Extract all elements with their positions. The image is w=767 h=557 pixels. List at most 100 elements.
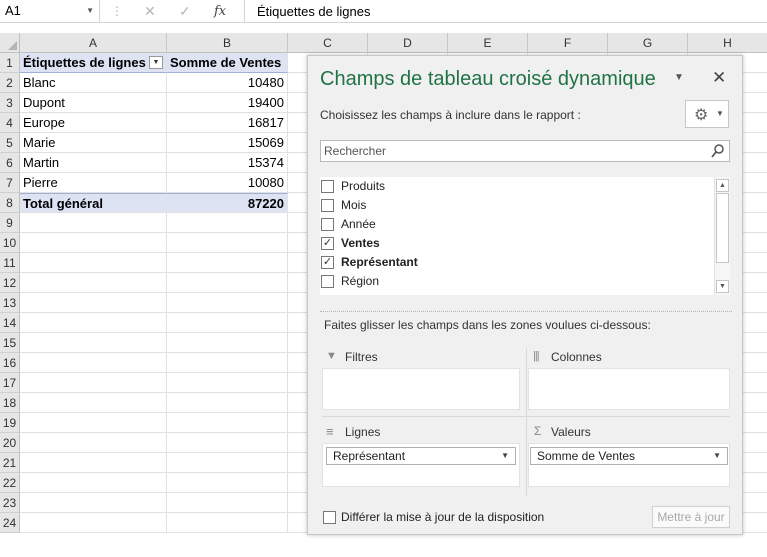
search-icon[interactable] xyxy=(711,142,725,160)
cell-b7[interactable]: 10080 xyxy=(167,173,288,193)
row-header-11[interactable]: 11 xyxy=(0,253,20,273)
row-header-17[interactable]: 17 xyxy=(0,373,20,393)
column-header-h[interactable]: H xyxy=(688,33,767,53)
cell-b20[interactable] xyxy=(167,433,288,453)
name-box-dropdown-icon[interactable]: ▼ xyxy=(86,0,94,22)
field-checkbox[interactable]: ✓ xyxy=(321,237,334,250)
field-checkbox[interactable]: ✓ xyxy=(321,256,334,269)
cell-b15[interactable] xyxy=(167,333,288,353)
cell-a15[interactable] xyxy=(20,333,167,353)
cancel-entry-icon[interactable]: ✕ xyxy=(144,0,156,23)
cell-a24[interactable] xyxy=(20,513,167,533)
chevron-down-icon[interactable]: ▼ xyxy=(713,448,721,464)
cell-a12[interactable] xyxy=(20,273,167,293)
row-header-12[interactable]: 12 xyxy=(0,273,20,293)
cell-b11[interactable] xyxy=(167,253,288,273)
field-item[interactable]: Région xyxy=(321,272,701,291)
row-header-9[interactable]: 9 xyxy=(0,213,20,233)
field-checkbox[interactable] xyxy=(321,218,334,231)
rows-field-pill[interactable]: Représentant ▼ xyxy=(326,447,516,465)
row-header-1[interactable]: 1 xyxy=(0,53,20,73)
column-header-a[interactable]: A xyxy=(20,33,167,53)
field-item[interactable]: Année xyxy=(321,215,701,234)
cell-a9[interactable] xyxy=(20,213,167,233)
row-header-13[interactable]: 13 xyxy=(0,293,20,313)
select-all-corner[interactable] xyxy=(0,33,20,53)
row-header-10[interactable]: 10 xyxy=(0,233,20,253)
cell-b2[interactable]: 10480 xyxy=(167,73,288,93)
rows-drop-zone[interactable]: Représentant ▼ xyxy=(322,443,520,487)
cell-a13[interactable] xyxy=(20,293,167,313)
close-icon[interactable]: ✕ xyxy=(712,68,726,88)
cell-a11[interactable] xyxy=(20,253,167,273)
confirm-entry-icon[interactable]: ✓ xyxy=(179,0,191,23)
row-header-18[interactable]: 18 xyxy=(0,393,20,413)
cell-b24[interactable] xyxy=(167,513,288,533)
cell-a2[interactable]: Blanc xyxy=(20,73,167,93)
column-header-f[interactable]: F xyxy=(528,33,608,53)
field-item[interactable]: ✓ Représentant xyxy=(321,253,701,272)
scroll-thumb[interactable] xyxy=(716,193,729,263)
cell-a18[interactable] xyxy=(20,393,167,413)
name-box[interactable]: A1 ▼ xyxy=(0,0,100,23)
row-header-24[interactable]: 24 xyxy=(0,513,20,533)
field-checkbox[interactable] xyxy=(321,199,334,212)
row-header-4[interactable]: 4 xyxy=(0,113,20,133)
field-item[interactable]: Mois xyxy=(321,196,701,215)
cell-a17[interactable] xyxy=(20,373,167,393)
cell-b1[interactable]: Somme de Ventes xyxy=(167,53,288,73)
update-button[interactable]: Mettre à jour xyxy=(652,506,730,528)
row-header-19[interactable]: 19 xyxy=(0,413,20,433)
row-header-3[interactable]: 3 xyxy=(0,93,20,113)
row-header-23[interactable]: 23 xyxy=(0,493,20,513)
row-header-2[interactable]: 2 xyxy=(0,73,20,93)
cell-b10[interactable] xyxy=(167,233,288,253)
cell-a7[interactable]: Pierre xyxy=(20,173,167,193)
cell-a4[interactable]: Europe xyxy=(20,113,167,133)
cell-a14[interactable] xyxy=(20,313,167,333)
column-header-e[interactable]: E xyxy=(448,33,528,53)
column-header-g[interactable]: G xyxy=(608,33,688,53)
cell-b18[interactable] xyxy=(167,393,288,413)
cell-a20[interactable] xyxy=(20,433,167,453)
scroll-down-icon[interactable]: ▼ xyxy=(716,280,729,293)
cell-a10[interactable] xyxy=(20,233,167,253)
values-drop-zone[interactable]: Somme de Ventes ▼ xyxy=(528,443,730,487)
column-header-c[interactable]: C xyxy=(288,33,368,53)
field-item[interactable]: Produits xyxy=(321,177,701,196)
cell-a23[interactable] xyxy=(20,493,167,513)
field-checkbox[interactable] xyxy=(321,180,334,193)
row-header-15[interactable]: 15 xyxy=(0,333,20,353)
cell-b22[interactable] xyxy=(167,473,288,493)
cell-b4[interactable]: 16817 xyxy=(167,113,288,133)
cell-b21[interactable] xyxy=(167,453,288,473)
cell-a16[interactable] xyxy=(20,353,167,373)
cell-a8[interactable]: Total général xyxy=(20,193,167,213)
cell-b9[interactable] xyxy=(167,213,288,233)
row-header-7[interactable]: 7 xyxy=(0,173,20,193)
cell-b16[interactable] xyxy=(167,353,288,373)
formula-input[interactable]: Étiquettes de lignes xyxy=(244,0,767,23)
field-list-scrollbar[interactable]: ▲ ▼ xyxy=(714,177,730,295)
cell-b19[interactable] xyxy=(167,413,288,433)
cell-a1[interactable]: Étiquettes de lignes ▼ xyxy=(20,53,167,73)
row-header-6[interactable]: 6 xyxy=(0,153,20,173)
chevron-down-icon[interactable]: ▼ xyxy=(501,448,509,464)
row-header-14[interactable]: 14 xyxy=(0,313,20,333)
row-header-22[interactable]: 22 xyxy=(0,473,20,493)
cell-b3[interactable]: 19400 xyxy=(167,93,288,113)
cell-b12[interactable] xyxy=(167,273,288,293)
cell-b13[interactable] xyxy=(167,293,288,313)
defer-update-checkbox[interactable] xyxy=(323,511,336,524)
cell-a6[interactable]: Martin xyxy=(20,153,167,173)
field-item[interactable]: ✓ Ventes xyxy=(321,234,701,253)
cell-a5[interactable]: Marie xyxy=(20,133,167,153)
row-header-8[interactable]: 8 xyxy=(0,193,20,213)
search-input[interactable]: Rechercher xyxy=(320,140,730,162)
row-header-21[interactable]: 21 xyxy=(0,453,20,473)
cell-b8[interactable]: 87220 xyxy=(167,193,288,213)
cell-a22[interactable] xyxy=(20,473,167,493)
cell-a19[interactable] xyxy=(20,413,167,433)
settings-button[interactable]: ⚙ ▼ xyxy=(685,100,729,128)
cell-b23[interactable] xyxy=(167,493,288,513)
